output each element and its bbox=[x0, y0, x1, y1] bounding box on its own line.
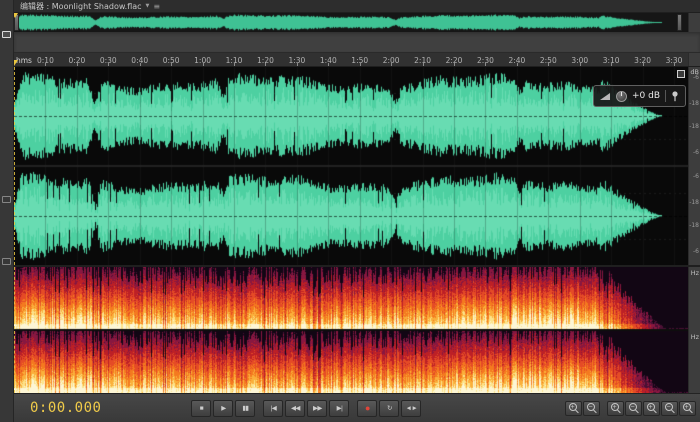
magnifier-handle bbox=[671, 409, 675, 413]
gain-knob[interactable] bbox=[616, 91, 627, 102]
hz-unit-label-top: Hz bbox=[691, 269, 699, 277]
ruler-tickmark bbox=[328, 63, 329, 66]
ruler-tickmark bbox=[77, 63, 78, 66]
overview-waveform-canvas[interactable] bbox=[14, 13, 688, 32]
pin-icon[interactable] bbox=[671, 91, 679, 102]
ruler-tickmark bbox=[517, 63, 518, 66]
loop-playback-button[interactable]: ↻ bbox=[379, 400, 399, 417]
hz-scale: Hz Hz bbox=[688, 267, 700, 393]
editor-panel: 编辑器 : Moonlight Shadow.flac ▼ ≡ hms 0:10… bbox=[14, 0, 700, 422]
overview-scale-spacer bbox=[688, 13, 700, 32]
magnifier-handle bbox=[689, 409, 693, 413]
audition-app: 编辑器 : Moonlight Shadow.flac ▼ ≡ hms 0:10… bbox=[0, 0, 700, 422]
zoom-out-horizontal-button[interactable]: − bbox=[625, 401, 642, 416]
db-tick-label: -18 bbox=[689, 222, 699, 229]
marquee-tool-icon[interactable] bbox=[2, 196, 11, 203]
db-tick-label: -6 bbox=[693, 149, 699, 156]
db-tick-label: -6 bbox=[693, 173, 699, 180]
db-tick-label: -18 bbox=[689, 100, 699, 107]
record-button[interactable]: ● bbox=[357, 400, 377, 417]
ruler-tickmark bbox=[171, 63, 172, 66]
overview-right-handle[interactable] bbox=[677, 14, 682, 31]
fast-forward-button[interactable]: ▶▶ bbox=[307, 400, 327, 417]
zoom-out-button[interactable]: − bbox=[583, 401, 600, 416]
timeline-ruler-row: hms 0:100:200:300:400:501:001:101:201:30… bbox=[14, 53, 700, 67]
ruler-tickmark bbox=[234, 63, 235, 66]
db-scale: dB -6-18-18-6-6-18-18-6 bbox=[688, 67, 700, 265]
spectrogram-canvas[interactable] bbox=[14, 267, 688, 393]
waveform-display[interactable]: +0 dB bbox=[14, 67, 688, 265]
editor-tab-label[interactable]: 编辑器 : Moonlight Shadow.flac bbox=[20, 1, 142, 12]
ruler-tickmark bbox=[297, 63, 298, 66]
overview-strip[interactable] bbox=[14, 13, 688, 32]
status-bar: 0:00.000 ■▶▮▮|◀◀◀▶▶▶|●↻◄► +− +−+−+ bbox=[14, 393, 700, 422]
zoom-controls: +− +−+−+ bbox=[565, 401, 696, 416]
ruler-tickmark bbox=[548, 63, 549, 66]
db-tick-label: -18 bbox=[689, 199, 699, 206]
ruler-tickmark bbox=[580, 63, 581, 66]
hud-separator bbox=[665, 90, 666, 102]
zoom-in-horizontal-button[interactable]: + bbox=[607, 401, 624, 416]
play-button[interactable]: ▶ bbox=[213, 400, 233, 417]
playhead-marker[interactable] bbox=[14, 60, 18, 66]
gain-ramp-icon bbox=[600, 92, 611, 101]
editor-header-band bbox=[14, 32, 700, 53]
ruler-tickmark bbox=[454, 63, 455, 66]
transport-controls: ■▶▮▮ |◀◀◀▶▶▶| ●↻◄► bbox=[191, 400, 421, 417]
gain-hud: +0 dB bbox=[593, 85, 686, 107]
spectrogram-row: Hz Hz bbox=[14, 267, 700, 393]
db-tick-label: -6 bbox=[693, 74, 699, 81]
chevron-down-icon[interactable]: ▼ bbox=[146, 3, 150, 9]
db-tick-label: -18 bbox=[689, 123, 699, 130]
ruler-tickmark bbox=[45, 63, 46, 66]
playhead-marker-overview[interactable] bbox=[14, 13, 18, 18]
magnifier-handle bbox=[653, 409, 657, 413]
spectrogram-display[interactable] bbox=[14, 267, 688, 393]
magnifier-handle bbox=[593, 409, 597, 413]
ruler-tickmark bbox=[485, 63, 486, 66]
ruler-tickmark bbox=[265, 63, 266, 66]
ruler-tickmark bbox=[643, 63, 644, 66]
ruler-tickmark bbox=[108, 63, 109, 66]
ruler-ticks[interactable]: hms 0:100:200:300:400:501:001:101:201:30… bbox=[14, 53, 688, 66]
hz-unit-label-bottom: Hz bbox=[691, 333, 699, 341]
time-selection-tool-icon[interactable] bbox=[2, 31, 11, 38]
skip-to-start-button[interactable]: |◀ bbox=[263, 400, 283, 417]
ruler-tickmark bbox=[360, 63, 361, 66]
waveform-row: +0 dB dB -6-18-18-6-6-18-18-6 bbox=[14, 67, 700, 265]
gain-value-label: +0 dB bbox=[632, 91, 660, 101]
zoom-in-vertical-button[interactable]: + bbox=[643, 401, 660, 416]
overview-row bbox=[14, 13, 700, 32]
zoom-group-a: +− bbox=[565, 401, 600, 416]
left-toolbar bbox=[0, 0, 14, 422]
ruler-tickmark bbox=[391, 63, 392, 66]
magnifier-handle bbox=[617, 409, 621, 413]
playback-time-display[interactable]: 0:00.000 bbox=[30, 400, 101, 416]
lasso-tool-icon[interactable] bbox=[2, 258, 11, 265]
skip-to-end-button[interactable]: ▶| bbox=[329, 400, 349, 417]
ruler-tickmark bbox=[203, 63, 204, 66]
ruler-unit-label: hms bbox=[16, 56, 32, 65]
navigator-grabber-icon[interactable] bbox=[677, 70, 685, 78]
ruler-tickmark bbox=[423, 63, 424, 66]
skip-selection-button[interactable]: ◄► bbox=[401, 400, 421, 417]
ruler-tickmark bbox=[140, 63, 141, 66]
zoom-out-vertical-button[interactable]: − bbox=[661, 401, 678, 416]
zoom-group-b: +−+−+ bbox=[607, 401, 696, 416]
magnifier-handle bbox=[635, 409, 639, 413]
pause-button[interactable]: ▮▮ bbox=[235, 400, 255, 417]
db-tick-label: -6 bbox=[693, 248, 699, 255]
waveform-canvas[interactable] bbox=[14, 67, 688, 265]
magnifier-handle bbox=[575, 409, 579, 413]
ruler-scale-spacer bbox=[688, 53, 700, 66]
panel-tab-bar: 编辑器 : Moonlight Shadow.flac ▼ ≡ bbox=[14, 0, 700, 13]
stop-button[interactable]: ■ bbox=[191, 400, 211, 417]
panel-menu-icon[interactable]: ≡ bbox=[153, 2, 160, 11]
ruler-tickmark bbox=[674, 63, 675, 66]
ruler-tickmark bbox=[611, 63, 612, 66]
zoom-to-selection-button[interactable]: + bbox=[679, 401, 696, 416]
rewind-button[interactable]: ◀◀ bbox=[285, 400, 305, 417]
zoom-in-button[interactable]: + bbox=[565, 401, 582, 416]
